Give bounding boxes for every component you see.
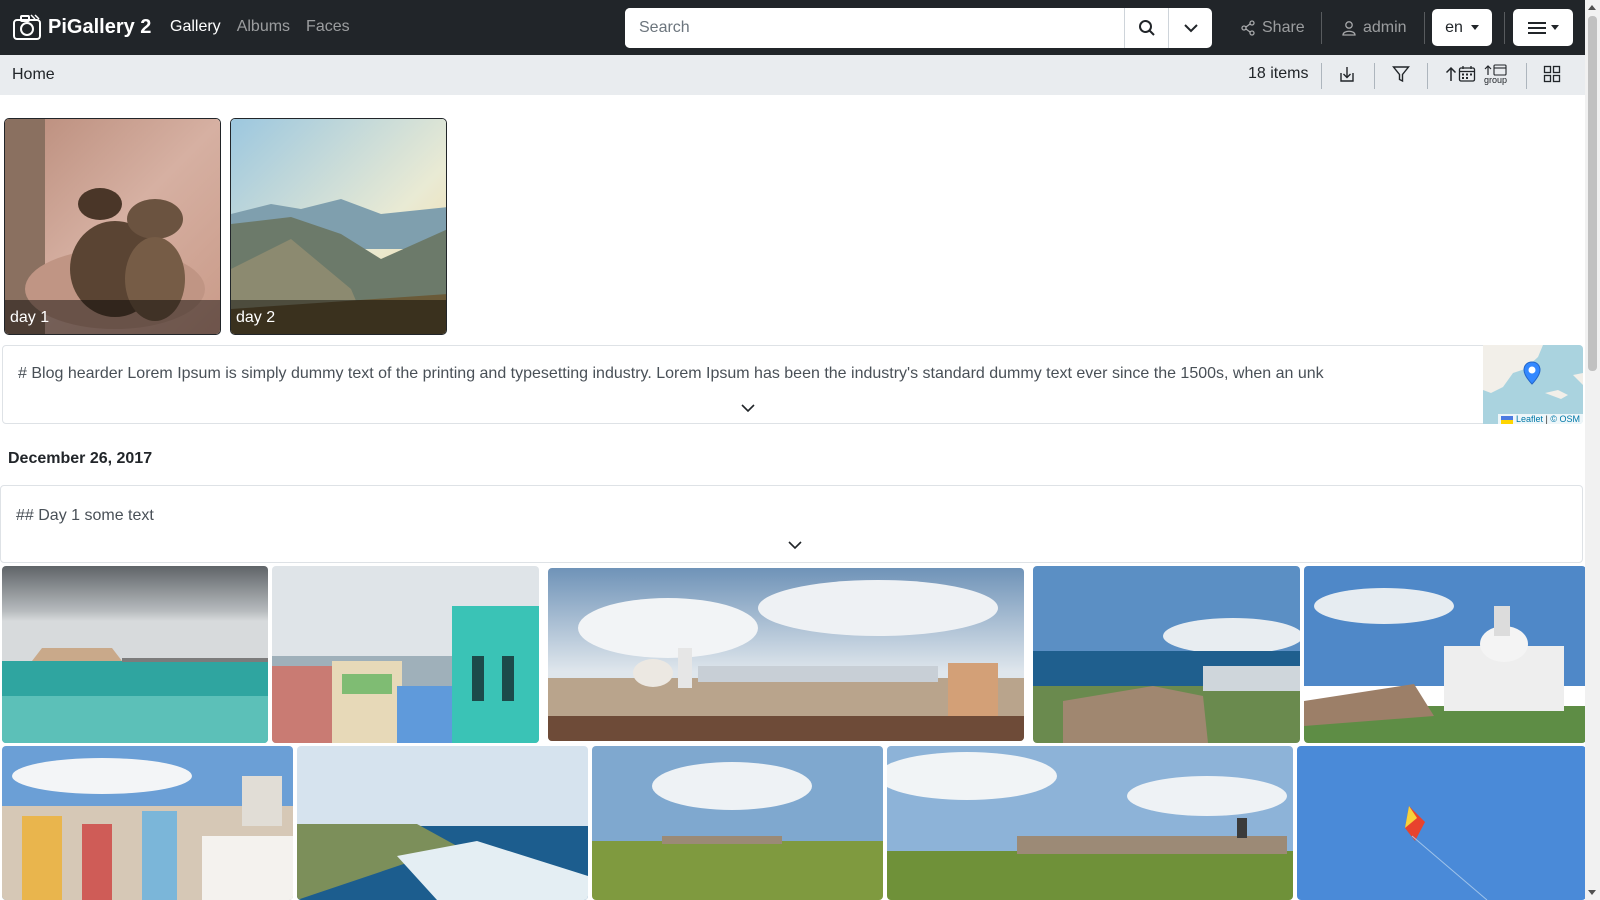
arrow-up-icon (1445, 66, 1457, 81)
toolbar-divider (1427, 63, 1428, 89)
nav-divider (1424, 12, 1425, 44)
photo-image (887, 746, 1293, 900)
share-label: Share (1262, 18, 1305, 36)
photo-image (272, 566, 539, 743)
ukraine-flag-icon (1501, 415, 1514, 424)
grid-icon (1543, 65, 1561, 83)
scroll-down-icon[interactable] (1588, 890, 1596, 895)
photo-thumbnail[interactable] (1304, 566, 1586, 743)
user-label: admin (1363, 18, 1407, 36)
day-blog-text: ## Day 1 some text (16, 507, 154, 524)
search-input[interactable] (625, 8, 1124, 48)
chevron-down-icon[interactable] (740, 402, 756, 414)
album-caption: day 1 (5, 300, 220, 334)
nav-albums[interactable]: Albums (237, 18, 290, 36)
share-icon (1241, 19, 1255, 36)
main-nav: Gallery Albums Faces (170, 18, 350, 36)
toolbar-divider (1374, 63, 1375, 89)
download-button[interactable] (1338, 65, 1356, 83)
photo-image (1297, 746, 1586, 900)
day-blog-box: ## Day 1 some text (0, 485, 1583, 563)
search-button[interactable] (1124, 8, 1168, 48)
photo-thumbnail[interactable] (2, 566, 268, 743)
advanced-search-toggle[interactable] (1168, 8, 1212, 48)
photo-image (2, 566, 268, 743)
photo-image (592, 746, 883, 900)
photo-thumbnail[interactable] (297, 746, 588, 900)
map-attribution: Leaflet | © OSM (1498, 414, 1583, 424)
leaflet-link[interactable]: Leaflet (1516, 414, 1543, 424)
scroll-up-icon[interactable] (1588, 5, 1596, 10)
blog-header-box: # Blog hearder Lorem Ipsum is simply dum… (2, 345, 1583, 424)
filter-icon (1392, 66, 1410, 83)
caret-down-icon (1470, 25, 1479, 30)
user-menu[interactable]: admin (1341, 0, 1407, 55)
photo-thumbnail[interactable] (1297, 746, 1586, 900)
group-label: group (1484, 75, 1508, 85)
blog-header-text: # Blog hearder Lorem Ipsum is simply dum… (18, 365, 1324, 382)
chevron-down-icon[interactable] (787, 539, 803, 551)
hamburger-icon (1527, 21, 1546, 34)
breadcrumb-home[interactable]: Home (12, 66, 55, 84)
album-card[interactable]: day 2 (230, 118, 447, 335)
location-minimap[interactable]: Leaflet | © OSM (1483, 345, 1583, 424)
user-icon (1342, 20, 1356, 36)
photo-thumbnail[interactable] (1033, 566, 1300, 743)
osm-link[interactable]: © OSM (1550, 414, 1580, 424)
language-select[interactable]: en (1432, 9, 1492, 46)
photo-thumbnail[interactable] (2, 746, 293, 900)
photo-thumbnail[interactable] (272, 566, 539, 743)
photo-image (2, 746, 293, 900)
top-navbar: PiGallery 2 Gallery Albums Faces Search … (0, 0, 1585, 55)
caret-down-icon (1550, 25, 1559, 30)
brand-title: PiGallery 2 (48, 15, 152, 38)
toolbar-divider (1321, 63, 1322, 89)
gallery-toolbar: Home 18 items group (0, 55, 1585, 95)
nav-faces[interactable]: Faces (306, 18, 350, 36)
attribution-separator: | (1545, 414, 1548, 424)
nav-divider (1504, 12, 1505, 44)
photo-image (297, 746, 588, 900)
page-scrollbar[interactable] (1585, 0, 1600, 900)
photo-thumbnail[interactable] (887, 746, 1293, 900)
main-menu-button[interactable] (1513, 9, 1573, 46)
nav-divider (1321, 12, 1322, 44)
search-group (625, 8, 1212, 48)
chevron-down-icon (1183, 24, 1198, 33)
photo-image (548, 568, 1024, 741)
sort-button[interactable] (1444, 65, 1476, 83)
scroll-thumb[interactable] (1588, 16, 1597, 371)
camera-logo-icon (13, 14, 41, 40)
map-pin-icon (1523, 361, 1541, 385)
language-label: en (1445, 18, 1463, 36)
nav-gallery[interactable]: Gallery (170, 18, 221, 36)
date-group-header: December 26, 2017 (8, 450, 153, 467)
group-by-button[interactable]: group (1484, 64, 1508, 85)
photo-image (1033, 566, 1300, 743)
toolbar-divider (1526, 63, 1527, 89)
download-icon (1340, 67, 1354, 82)
photo-thumbnail[interactable] (548, 568, 1024, 741)
share-button[interactable]: Share (1240, 0, 1305, 55)
brand[interactable]: PiGallery 2 (12, 12, 151, 42)
grid-view-button[interactable] (1543, 65, 1561, 83)
album-caption: day 2 (231, 300, 446, 334)
filter-button[interactable] (1392, 65, 1410, 83)
item-count: 18 items (1248, 65, 1309, 82)
search-icon (1138, 20, 1155, 36)
album-card[interactable]: day 1 (4, 118, 221, 335)
photo-thumbnail[interactable] (592, 746, 883, 900)
calendar-icon (1458, 66, 1476, 82)
photo-image (1304, 566, 1586, 743)
